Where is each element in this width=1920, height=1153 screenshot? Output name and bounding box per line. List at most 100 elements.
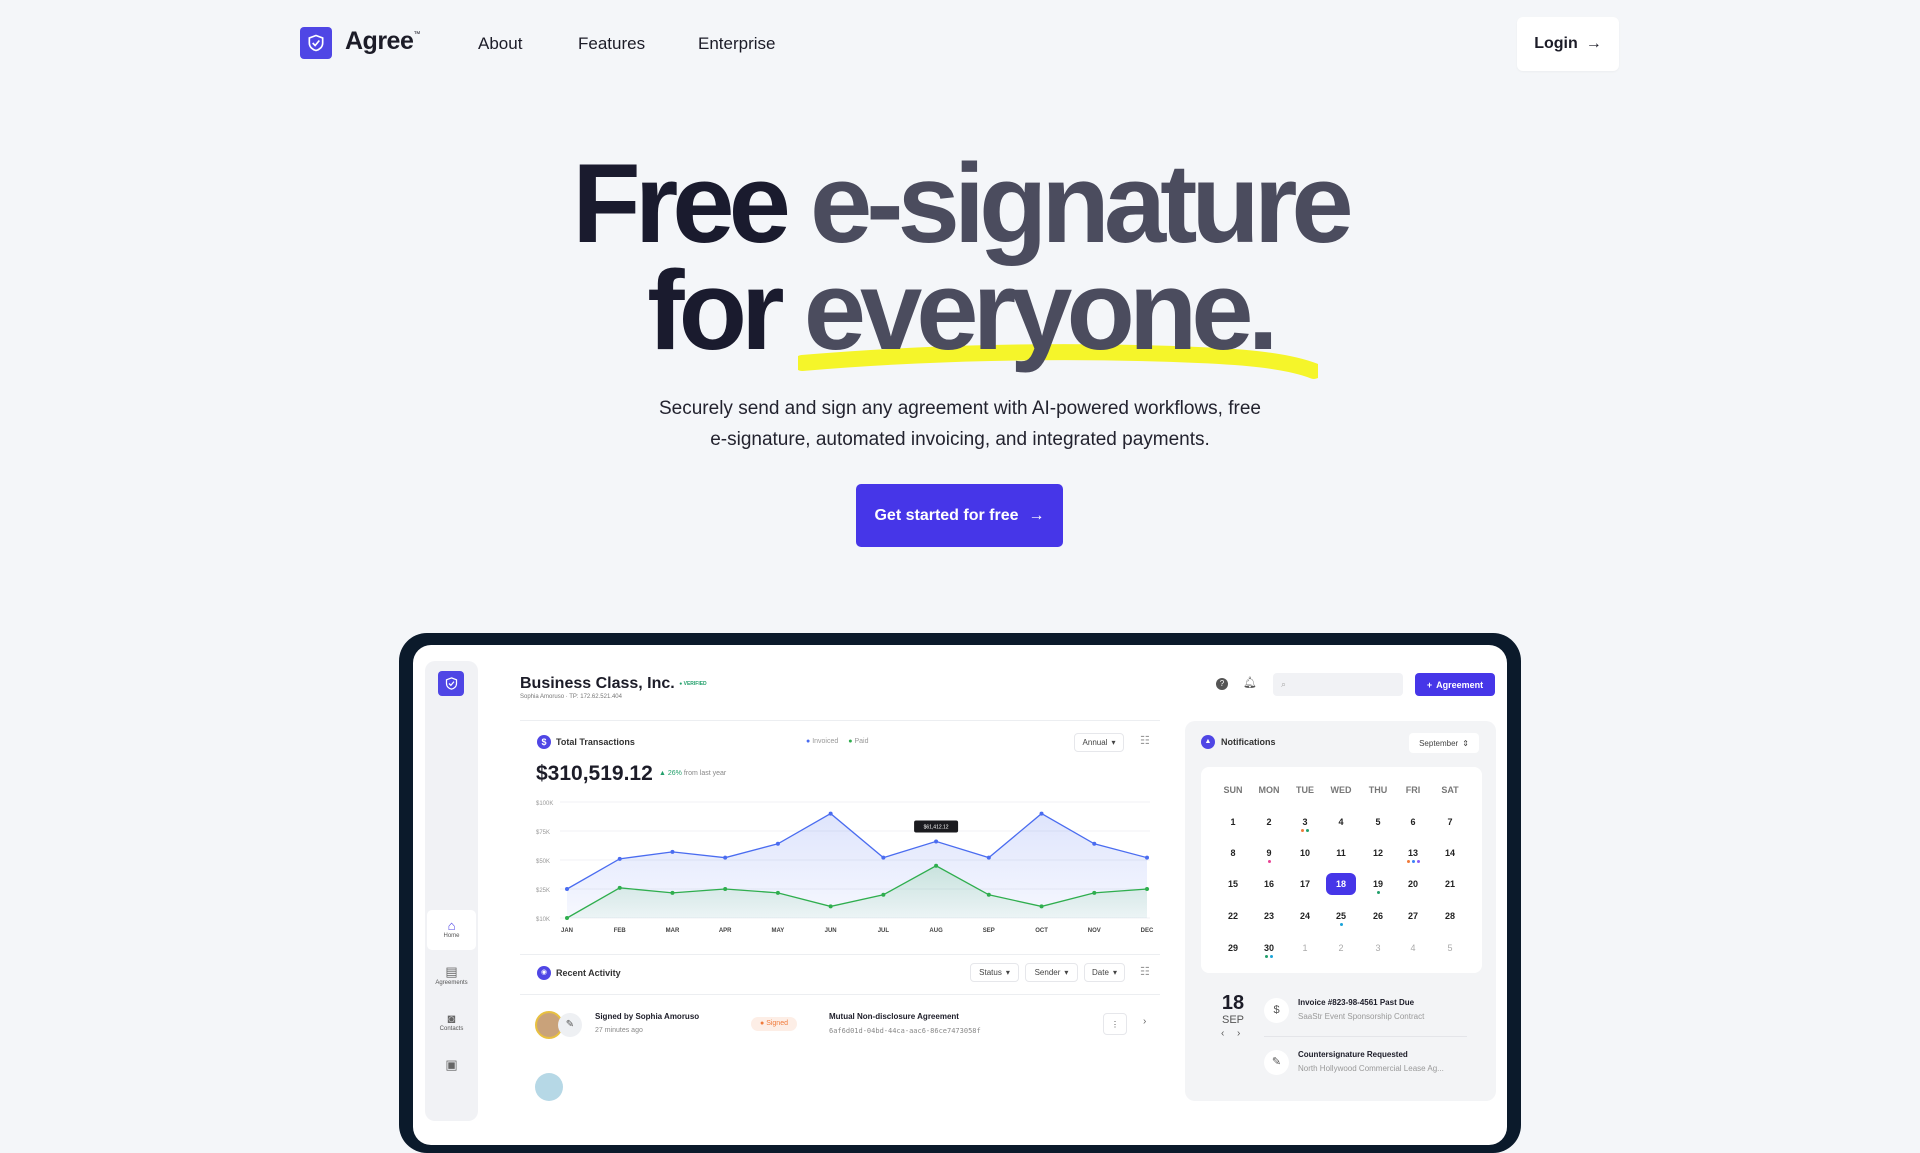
verified-badge: ● VERIFIED [679,680,707,687]
sidebar-item-gallery[interactable]: ▣ [427,1057,476,1073]
x-tick-label: JUL [878,928,890,934]
hero-title-line-1: Free e-signature [572,141,1353,266]
calendar-day[interactable]: 3 [1363,943,1393,953]
app-logo[interactable] [438,671,464,696]
x-tick-label: AUG [929,928,943,934]
calendar-day[interactable]: 4 [1398,943,1428,953]
transactions-title: Total Transactions [556,737,635,747]
brand-logo[interactable] [300,27,332,59]
calendar-day[interactable]: 29 [1218,943,1248,953]
month-select[interactable]: September ⇕ [1409,733,1479,753]
calendar-day[interactable]: 6 [1398,817,1428,827]
help-icon[interactable]: ? [1216,678,1228,690]
calendar-day[interactable]: 10 [1290,848,1320,858]
change-indicator: ▲ 26% from last year [659,770,727,777]
calendar-day[interactable]: 21 [1435,879,1465,889]
calendar-day[interactable]: 7 [1435,817,1465,827]
calendar-day[interactable]: 2 [1254,817,1284,827]
calendar-day[interactable]: 27 [1398,911,1428,921]
data-point-invoiced [1145,855,1149,860]
search-input[interactable]: ⌕ [1273,673,1403,696]
calendar-day[interactable]: 25 [1326,911,1356,926]
data-point-paid [828,904,833,909]
sender-filter[interactable]: Sender ▾ [1025,963,1078,982]
calendar-day[interactable]: 19 [1363,879,1393,894]
calendar-day[interactable]: 16 [1254,879,1284,889]
documents-icon: ▤ [445,964,458,979]
login-button[interactable]: Login → [1517,17,1619,71]
sidebar-label: Agreements [435,980,468,986]
calendar-day[interactable]: 5 [1363,817,1393,827]
calendar-day[interactable]: 8 [1218,848,1248,858]
calendar-day[interactable]: 1 [1218,817,1248,827]
divider [1264,1036,1467,1037]
calendar-day[interactable]: 9 [1254,848,1284,863]
x-tick-label: JAN [561,928,573,934]
sidebar-label: Home [443,933,460,939]
weekday-label: MON [1258,785,1280,795]
calendar-day[interactable]: 1 [1290,943,1320,953]
calendar-day[interactable]: 22 [1218,911,1248,921]
sidebar-item-home[interactable]: ⌂ Home [427,910,476,950]
calendar-day[interactable]: 28 [1435,911,1465,921]
sidebar-label: Contacts [439,1026,464,1032]
filter-icon[interactable]: ☷ [1140,734,1150,747]
x-tick-label: JUN [825,928,837,934]
data-point-invoiced [828,811,833,816]
data-point-invoiced [986,855,991,860]
chevron-right-icon[interactable]: › [1143,1016,1146,1027]
calendar-day[interactable]: 15 [1218,879,1248,889]
sidebar-item-agreements[interactable]: ▤ Agreements [427,964,476,986]
calendar-day[interactable]: 11 [1326,848,1356,858]
next-date-icon[interactable]: › [1237,1028,1240,1039]
period-select[interactable]: Annual ▾ [1074,733,1124,752]
sidebar-item-contacts[interactable]: ◙ Contacts [427,1011,476,1032]
x-tick-label: OCT [1035,928,1048,934]
calendar-day[interactable]: 26 [1363,911,1393,921]
data-point-paid [986,892,991,897]
calendar-day[interactable]: 5 [1435,943,1465,953]
calendar-day[interactable]: 14 [1435,848,1465,858]
agreement-id: 6af6d01d-04bd-44ca-aac6-86ce7473058f [829,1027,981,1035]
weekday-label: SUN [1223,785,1243,795]
date-filter[interactable]: Date ▾ [1084,963,1125,982]
divider [520,954,1160,955]
calendar-day[interactable]: 3 [1290,817,1320,832]
calendar-day[interactable]: 4 [1326,817,1356,827]
calendar-day[interactable]: 24 [1290,911,1320,921]
arrow-right-icon: → [1028,506,1045,524]
prev-date-icon[interactable]: ‹ [1221,1028,1224,1039]
nav-about[interactable]: About [478,34,522,54]
more-options-button[interactable]: ⋮ [1103,1013,1127,1035]
status-filter[interactable]: Status ▾ [970,963,1019,982]
notification-title[interactable]: Invoice #823-98-4561 Past Due [1298,998,1414,1007]
data-point-paid [934,863,939,868]
x-tick-label: FEB [614,928,627,934]
bell-icon[interactable]: 🔔︎ [1243,676,1257,689]
new-agreement-button[interactable]: + Agreement [1415,673,1495,696]
table-row[interactable]: ✎ Signed by Sophia Amoruso 27 minutes ag… [530,1008,1160,1044]
notification-title[interactable]: Countersignature Requested [1298,1050,1408,1059]
calendar-day[interactable]: 17 [1290,879,1320,889]
login-label: Login [1534,35,1578,52]
hero-subtitle-2: e-signature, automated invoicing, and in… [710,429,1210,450]
calendar-day[interactable]: 13 [1398,848,1428,863]
contact-icon: ◙ [447,1011,456,1026]
calendar-day[interactable]: 12 [1363,848,1393,858]
filter-icon[interactable]: ☷ [1140,965,1150,978]
tooltip-text: $61,412.12 [924,824,949,830]
data-point-invoiced [1039,811,1044,816]
nav-features[interactable]: Features [578,34,645,54]
total-amount: $310,519.12 [536,762,653,785]
data-point-invoiced [934,839,939,844]
weekday-label: TUE [1296,785,1314,795]
get-started-button[interactable]: Get started for free → [856,484,1063,547]
calendar-day[interactable]: 30 [1254,943,1284,958]
calendar-day[interactable]: 2 [1326,943,1356,953]
notifications-title: Notifications [1221,737,1276,747]
nav-enterprise[interactable]: Enterprise [698,34,775,54]
calendar-day[interactable]: 18 [1326,873,1356,895]
calendar-day[interactable]: 23 [1254,911,1284,921]
hero-subtitle-1: Securely send and sign any agreement wit… [659,398,1261,419]
calendar-day[interactable]: 20 [1398,879,1428,889]
